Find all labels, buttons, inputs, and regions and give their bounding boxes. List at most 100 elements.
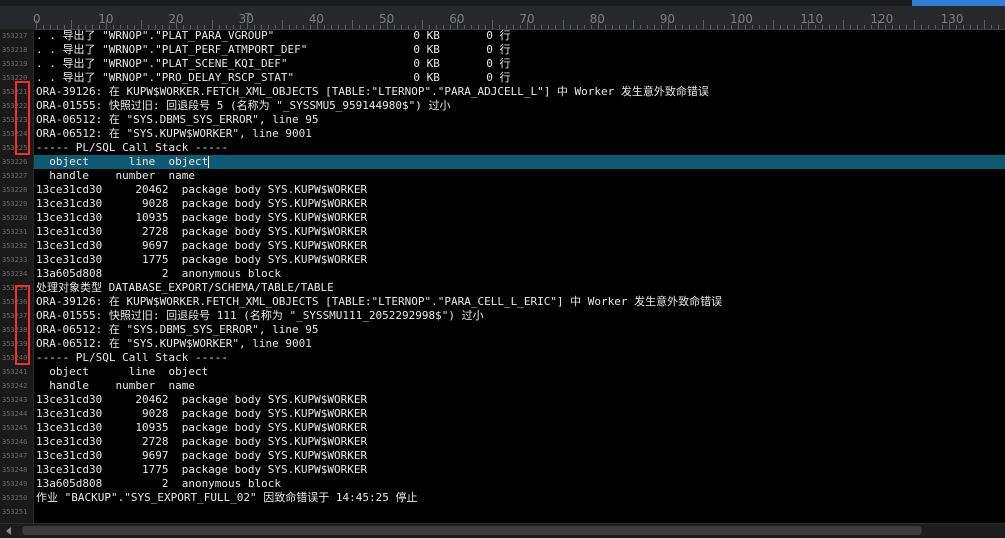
line-number: 353218 — [2, 46, 28, 54]
code-line[interactable]: 13ce31cd30 9697 package body SYS.KUPW$WO… — [34, 239, 1005, 253]
code-line[interactable]: . . 导出了 "WRNOP"."PRO_DELAY_RSCP_STAT" 0 … — [34, 71, 1005, 85]
code-line[interactable] — [34, 505, 1005, 519]
code-line[interactable]: 13a605d808 2 anonymous block — [34, 477, 1005, 491]
code-line[interactable]: 13ce31cd30 10935 package body SYS.KUPW$W… — [34, 211, 1005, 225]
code-line[interactable]: 13ce31cd30 20462 package body SYS.KUPW$W… — [34, 183, 1005, 197]
line-text: 13ce31cd30 10935 package body SYS.KUPW$W… — [36, 211, 368, 224]
ruler-tick — [422, 20, 424, 29]
line-text: 13ce31cd30 2728 package body SYS.KUPW$WO… — [36, 435, 368, 448]
text-editor[interactable]: . . 导出了 "WRNOP"."PLAT_PARA_VGROUP" 0 KB … — [34, 29, 1005, 523]
line-number: 353246 — [2, 438, 28, 446]
code-line[interactable]: 13ce31cd30 9028 package body SYS.KUPW$WO… — [34, 197, 1005, 211]
line-text: ----- PL/SQL Call Stack ----- — [36, 351, 229, 364]
line-number: 353233 — [2, 256, 28, 264]
ruler-tick — [667, 20, 669, 29]
line-text: 13ce31cd30 2728 package body SYS.KUPW$WO… — [36, 225, 368, 238]
ruler-label: 120 — [870, 12, 894, 26]
line-text: . . 导出了 "WRNOP"."PLAT_SCENE_KQI_DEF" 0 K… — [36, 57, 511, 70]
column-ruler: 0 10 20 30 40 50 60 70 80 90 100 110 120 130 T — [0, 0, 1005, 30]
line-text: . . 导出了 "WRNOP"."PLAT_PARA_VGROUP" 0 KB … — [36, 29, 511, 42]
highlight-box-error-1 — [15, 81, 30, 155]
code-line[interactable]: . . 导出了 "WRNOP"."PLAT_SCENE_KQI_DEF" 0 K… — [34, 57, 1005, 71]
line-number-gutter: 353217 353218 353219 353220 353221 353222 3532… — [0, 29, 34, 523]
ruler-overview-thumb[interactable] — [912, 0, 1005, 6]
line-number: 353244 — [2, 410, 28, 418]
code-line[interactable]: 13ce31cd30 9697 package body SYS.KUPW$WO… — [34, 449, 1005, 463]
line-text: ORA-06512: 在 "SYS.KUPW$WORKER", line 900… — [36, 127, 312, 140]
line-text: 13ce31cd30 9028 package body SYS.KUPW$WO… — [36, 197, 368, 210]
line-text: handle number name — [36, 379, 195, 392]
line-text: ----- PL/SQL Call Stack ----- — [36, 141, 229, 154]
line-text: 13ce31cd30 10935 package body SYS.KUPW$W… — [36, 421, 368, 434]
code-line[interactable]: ORA-06512: 在 "SYS.KUPW$WORKER", line 900… — [34, 127, 1005, 141]
ruler-tick — [457, 20, 459, 29]
line-number: 353241 — [2, 368, 28, 376]
line-number: 353248 — [2, 466, 28, 474]
code-line[interactable]: handle number name — [34, 379, 1005, 393]
code-line[interactable]: . . 导出了 "WRNOP"."PLAT_PARA_VGROUP" 0 KB … — [34, 29, 1005, 43]
ruler-tick — [387, 20, 388, 29]
ruler-tick — [983, 20, 985, 29]
horizontal-scrollbar[interactable] — [0, 523, 1005, 538]
line-number: 353219 — [2, 60, 28, 68]
code-line[interactable]: ORA-39126: 在 KUPW$WORKER.FETCH_XML_OBJEC… — [34, 85, 1005, 99]
line-number: 353226 — [2, 158, 28, 166]
current-line[interactable]: object line object — [34, 155, 1005, 169]
line-number: 353250 — [2, 494, 28, 502]
code-line[interactable]: ----- PL/SQL Call Stack ----- — [34, 351, 1005, 365]
code-line[interactable]: . . 导出了 "WRNOP"."PLAT_PERF_ATMPORT_DEF" … — [34, 43, 1005, 57]
line-number: 353243 — [2, 396, 28, 404]
code-line[interactable]: 13a605d808 2 anonymous block — [34, 267, 1005, 281]
code-line[interactable]: 13ce31cd30 10935 package body SYS.KUPW$W… — [34, 421, 1005, 435]
code-line[interactable]: ORA-06512: 在 "SYS.DBMS_SYS_ERROR", line … — [34, 113, 1005, 127]
line-text: 13ce31cd30 9697 package body SYS.KUPW$WO… — [36, 449, 368, 462]
ruler-tick — [316, 20, 318, 29]
code-line[interactable]: ORA-06512: 在 "SYS.DBMS_SYS_ERROR", line … — [34, 323, 1005, 337]
code-line[interactable]: handle number name — [34, 169, 1005, 183]
line-text: 13ce31cd30 9697 package body SYS.KUPW$WO… — [36, 239, 368, 252]
line-number: 353232 — [2, 242, 28, 250]
ruler-label: 110 — [800, 12, 824, 26]
code-line[interactable]: ORA-01555: 快照过旧: 回退段号 5 (名称为 "_SYSSMU5_9… — [34, 99, 1005, 113]
line-text: 13ce31cd30 20462 package body SYS.KUPW$W… — [36, 393, 368, 406]
line-text: 处理对象类型 DATABASE_EXPORT/SCHEMA/TABLE/TABL… — [36, 281, 334, 294]
triangle-left-icon[interactable] — [6, 527, 11, 535]
code-line[interactable]: object line object — [34, 365, 1005, 379]
code-line[interactable]: 处理对象类型 DATABASE_EXPORT/SCHEMA/TABLE/TABL… — [34, 281, 1005, 295]
ruler-tick — [702, 20, 704, 29]
code-line[interactable]: ORA-06512: 在 "SYS.KUPW$WORKER", line 900… — [34, 337, 1005, 351]
ruler-tick — [773, 20, 775, 29]
ruler-overview-bar[interactable] — [0, 0, 1005, 6]
code-line[interactable]: 13ce31cd30 20462 package body SYS.KUPW$W… — [34, 393, 1005, 407]
line-number: 353229 — [2, 200, 28, 208]
line-text: ORA-01555: 快照过旧: 回退段号 111 (名称为 "_SYSSMU1… — [36, 309, 484, 322]
ruler-tick — [632, 20, 634, 29]
ruler-tick — [878, 20, 880, 29]
ruler-tick — [913, 20, 915, 29]
code-line[interactable]: 13ce31cd30 1775 package body SYS.KUPW$WO… — [34, 253, 1005, 267]
ruler-tick — [843, 20, 845, 29]
line-text: 13ce31cd30 20462 package body SYS.KUPW$W… — [36, 183, 368, 196]
code-line[interactable]: ORA-01555: 快照过旧: 回退段号 111 (名称为 "_SYSSMU1… — [34, 309, 1005, 323]
code-line[interactable]: ----- PL/SQL Call Stack ----- — [34, 141, 1005, 155]
code-line[interactable]: 13ce31cd30 2728 package body SYS.KUPW$WO… — [34, 225, 1005, 239]
scrollbar-thumb[interactable] — [22, 526, 922, 535]
line-text: handle number name — [36, 169, 195, 182]
ruler-label: 130 — [940, 12, 964, 26]
line-text: ORA-06512: 在 "SYS.KUPW$WORKER", line 900… — [36, 337, 312, 350]
line-number: 353234 — [2, 270, 28, 278]
ruler-tick — [281, 20, 283, 29]
code-line[interactable]: 作业 "BACKUP"."SYS_EXPORT_FULL_02" 因致命错误于 … — [34, 491, 1005, 505]
code-line[interactable]: ORA-39126: 在 KUPW$WORKER.FETCH_XML_OBJEC… — [34, 295, 1005, 309]
line-text: object line object — [36, 365, 209, 378]
code-line[interactable]: 13ce31cd30 9028 package body SYS.KUPW$WO… — [34, 407, 1005, 421]
ruler-tick — [141, 20, 143, 29]
highlight-box-error-2 — [15, 285, 30, 365]
line-text: ORA-39126: 在 KUPW$WORKER.FETCH_XML_OBJEC… — [36, 85, 709, 98]
line-text: object line object — [36, 155, 209, 168]
line-number: 353228 — [2, 186, 28, 194]
code-line[interactable]: 13ce31cd30 2728 package body SYS.KUPW$WO… — [34, 435, 1005, 449]
ruler-tick — [351, 20, 353, 29]
line-text: ORA-39126: 在 KUPW$WORKER.FETCH_XML_OBJEC… — [36, 295, 723, 308]
code-line[interactable]: 13ce31cd30 1775 package body SYS.KUPW$WO… — [34, 463, 1005, 477]
